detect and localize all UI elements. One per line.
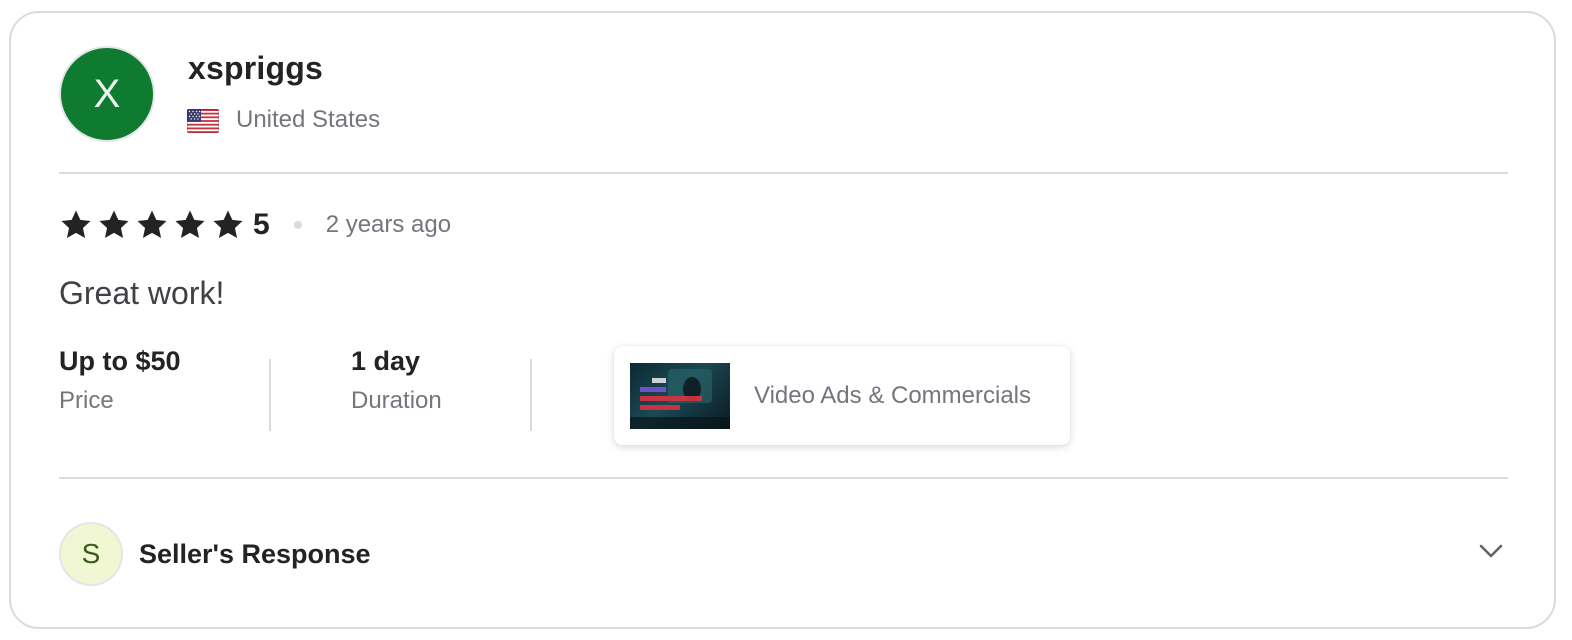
rating-value: 5 (253, 208, 270, 241)
header-divider (59, 172, 1508, 174)
star-icon (99, 210, 129, 239)
duration-label: Duration (351, 387, 442, 414)
reviewer-avatar-letter: X (93, 71, 121, 116)
review-time-ago: 2 years ago (325, 211, 452, 238)
duration-value: 1 day (351, 346, 421, 376)
us-flag-icon (187, 109, 219, 133)
review-card: X xspriggs United States 5 2 years ago G… (9, 11, 1556, 629)
detail-separator (530, 359, 532, 431)
gig-card[interactable]: Video Ads & Commercials (614, 346, 1070, 445)
star-icon (175, 210, 205, 239)
seller-avatar: S (59, 522, 123, 586)
rating-row: 5 2 years ago (59, 207, 759, 243)
price-label: Price (59, 387, 114, 414)
review-text: Great work! (59, 275, 225, 311)
gig-thumbnail (630, 362, 730, 429)
chevron-down-icon[interactable] (1476, 536, 1506, 566)
reviewer-username[interactable]: xspriggs (188, 50, 323, 87)
price-detail: Up to $50 Price (59, 346, 181, 415)
star-rating (59, 208, 245, 242)
reviewer-avatar[interactable]: X (59, 46, 155, 142)
seller-avatar-letter: S (81, 538, 101, 569)
response-divider (59, 477, 1508, 479)
seller-response-label: Seller's Response (139, 539, 371, 569)
separator-dot (293, 221, 302, 229)
reviewer-header: X xspriggs United States (59, 46, 659, 142)
gig-title: Video Ads & Commercials (754, 381, 1032, 409)
detail-separator (269, 359, 271, 431)
price-value: Up to $50 (59, 346, 181, 376)
reviewer-country: United States (236, 106, 381, 133)
star-icon (213, 210, 243, 239)
seller-response-row[interactable]: S Seller's Response (59, 522, 1508, 586)
star-icon (61, 210, 91, 239)
star-icon (137, 210, 167, 239)
duration-detail: 1 day Duration (351, 346, 442, 415)
